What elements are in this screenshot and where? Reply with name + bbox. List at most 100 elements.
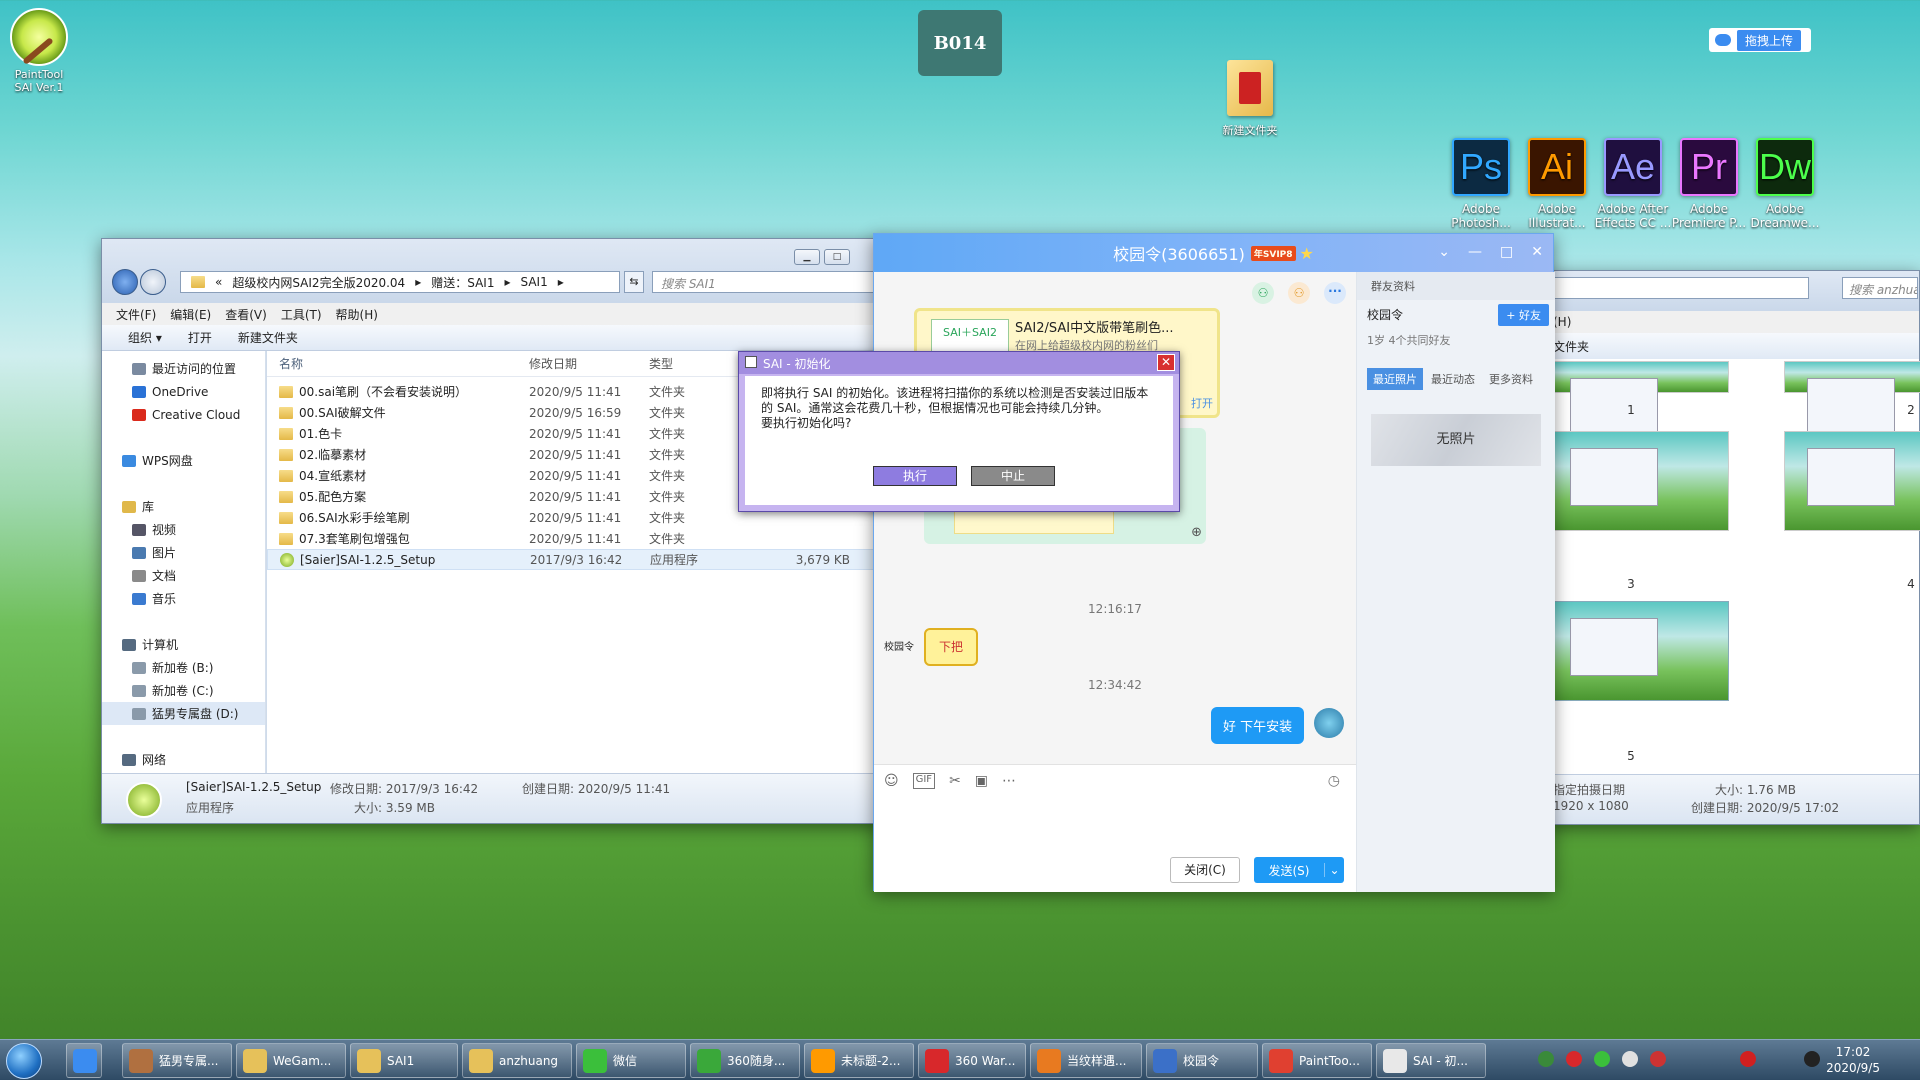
breadcrumb-3[interactable]: SAI1	[521, 275, 548, 289]
dropdown-icon[interactable]: ⌄	[1438, 244, 1450, 260]
tray-icon[interactable]	[1566, 1051, 1582, 1067]
painttool-sai-desktop-icon[interactable]: PaintTool SAI Ver.1	[0, 8, 78, 94]
close-button[interactable]: ✕	[1157, 354, 1175, 371]
chevron-down-icon[interactable]: ⌄	[1324, 863, 1344, 877]
nav-item[interactable]: 新加卷 (B:)	[102, 656, 265, 679]
nav-item[interactable]: 新加卷 (C:)	[102, 679, 265, 702]
minimize-button[interactable]: ▁	[794, 249, 820, 265]
start-button[interactable]	[6, 1043, 42, 1079]
explorer-search-input[interactable]: 搜索 SAI1	[652, 271, 880, 293]
zoom-icon[interactable]: ⊕	[1191, 525, 1202, 540]
taskbar-item[interactable]: 当纹样遇...	[1030, 1043, 1142, 1078]
taskbar-item[interactable]: WeGam...	[236, 1043, 346, 1078]
breadcrumb-1[interactable]: 超级校内网SAI2完全版2020.04	[232, 274, 405, 291]
new-folder-desktop-icon[interactable]: 新建文件夹	[1210, 60, 1290, 138]
back-button[interactable]	[112, 269, 138, 295]
taskbar-item[interactable]: 校园令	[1146, 1043, 1258, 1078]
nav-item[interactable]: WPS网盘	[102, 449, 265, 472]
send-button[interactable]: 发送(S) ⌄	[1254, 857, 1344, 883]
rexp-address-bar[interactable]	[1549, 277, 1809, 299]
more-options-icon[interactable]: ⋯	[1002, 773, 1016, 789]
message-input-area[interactable]: ☺ GIF ✂ ▣ ⋯ ◷ 关闭(C) 发送(S) ⌄	[874, 764, 1356, 892]
tray-icon[interactable]	[1538, 1051, 1554, 1067]
nav-item[interactable]: 最近访问的位置	[102, 357, 265, 380]
close-chat-button[interactable]: 关闭(C)	[1170, 857, 1240, 883]
menu-tools[interactable]: 工具(T)	[281, 306, 322, 323]
rexp-menu-help[interactable]: (H)	[1553, 315, 1571, 329]
adobe-ai-shortcut[interactable]: Ai Adobe Illustrat...	[1526, 138, 1588, 230]
b014-badge[interactable]: B014	[918, 10, 1002, 76]
forward-button[interactable]	[140, 269, 166, 295]
taskbar-item[interactable]: PaintToo...	[1262, 1043, 1372, 1078]
image-icon[interactable]: ▣	[975, 773, 988, 789]
menu-file[interactable]: 文件(F)	[116, 306, 156, 323]
taskbar-item[interactable]: 未标题-2...	[804, 1043, 914, 1078]
emoji-icon[interactable]: ☺	[884, 773, 899, 789]
close-button[interactable]: ✕	[1531, 244, 1543, 260]
organize-button[interactable]: 组织 ▾	[128, 329, 162, 346]
cloud-upload-button[interactable]: 拖拽上传	[1709, 28, 1811, 52]
rexp-new-folder[interactable]: 文件夹	[1553, 340, 1589, 354]
taskbar-item[interactable]: SAI1	[350, 1043, 458, 1078]
more-icon[interactable]: ···	[1324, 282, 1346, 304]
maximize-button[interactable]: □	[824, 249, 850, 265]
group-icon[interactable]: ⚇	[1288, 282, 1310, 304]
file-row[interactable]: [Saier]SAI-1.2.5_Setup 2017/9/3 16:42 应用程序…	[267, 549, 881, 570]
tab-recent-activity[interactable]: 最近动态	[1425, 368, 1481, 390]
rexp-search-input[interactable]: 搜索 anzhua	[1842, 277, 1918, 299]
gif-icon[interactable]: GIF	[912, 773, 936, 789]
thumbnail-5[interactable]	[1547, 601, 1729, 701]
abort-button[interactable]: 中止	[971, 466, 1055, 486]
tray-icon[interactable]	[1650, 1051, 1666, 1067]
tray-icon[interactable]	[1740, 1051, 1756, 1067]
breadcrumb-sep[interactable]: ▸	[504, 275, 510, 289]
clock[interactable]: 17:02 2020/9/5	[1826, 1044, 1880, 1076]
tab-more-info[interactable]: 更多资料	[1483, 368, 1539, 390]
nav-item[interactable]: 猛男专属盘 (D:)	[102, 702, 265, 725]
thumbnail-3[interactable]	[1547, 431, 1729, 531]
adobe-pr-shortcut[interactable]: Pr Adobe Premiere P...	[1672, 138, 1746, 230]
tray-icon[interactable]	[1622, 1051, 1638, 1067]
taskbar-item[interactable]: 猛男专属...	[122, 1043, 232, 1078]
taskbar-item[interactable]: anzhuang	[462, 1043, 572, 1078]
qq-icon[interactable]	[1804, 1051, 1820, 1067]
breadcrumb-sep[interactable]: ▸	[558, 275, 564, 289]
card-open-link[interactable]: 打开	[1191, 395, 1213, 411]
refresh-button[interactable]: ⇆	[624, 271, 644, 293]
column-date[interactable]: 修改日期	[529, 355, 649, 372]
column-name[interactable]: 名称	[267, 355, 529, 372]
thumbnail-4[interactable]	[1784, 431, 1920, 531]
taskbar-item[interactable]	[66, 1043, 102, 1078]
file-row[interactable]: 07.3套笔刷包增强包 2020/9/5 11:41 文件夹	[267, 528, 881, 549]
menu-help[interactable]: 帮助(H)	[336, 306, 378, 323]
taskbar-item[interactable]: SAI - 初...	[1376, 1043, 1486, 1078]
nav-item[interactable]: 视频	[102, 518, 265, 541]
tray-icon[interactable]	[1594, 1051, 1610, 1067]
breadcrumb-0[interactable]: «	[215, 275, 222, 289]
adobe-dw-shortcut[interactable]: Dw Adobe Dreamwe...	[1751, 138, 1820, 230]
menu-edit[interactable]: 编辑(E)	[170, 306, 211, 323]
nav-item[interactable]: 网络	[102, 748, 265, 771]
taskbar-item[interactable]: 360 War...	[918, 1043, 1026, 1078]
execute-button[interactable]: 执行	[873, 466, 957, 486]
open-button[interactable]: 打开	[188, 329, 212, 346]
add-friend-button[interactable]: + 好友	[1498, 304, 1549, 326]
thumbnail-1[interactable]	[1547, 361, 1729, 436]
address-bar[interactable]: « 超级校内网SAI2完全版2020.04 ▸ 赠送：SAI1 ▸ SAI1 ▸	[180, 271, 620, 293]
new-folder-button[interactable]: 新建文件夹	[238, 329, 298, 346]
scissors-icon[interactable]: ✂	[949, 773, 961, 789]
menu-view[interactable]: 查看(V)	[225, 306, 267, 323]
thumbnail-2[interactable]	[1784, 361, 1920, 436]
breadcrumb-sep[interactable]: ▸	[415, 275, 421, 289]
breadcrumb-2[interactable]: 赠送：SAI1	[431, 274, 494, 291]
history-icon[interactable]: ◷	[1328, 773, 1340, 789]
taskbar-item[interactable]: 360随身...	[690, 1043, 800, 1078]
nav-item[interactable]: 图片	[102, 541, 265, 564]
nav-item[interactable]: 音乐	[102, 587, 265, 610]
nav-item[interactable]: 计算机	[102, 633, 265, 656]
minimize-button[interactable]: —	[1468, 244, 1482, 260]
nav-item[interactable]: 库	[102, 495, 265, 518]
nav-item[interactable]: Creative Cloud	[102, 403, 265, 426]
adobe-ae-shortcut[interactable]: Ae Adobe After Effects CC ...	[1595, 138, 1671, 230]
taskbar-item[interactable]: 微信	[576, 1043, 686, 1078]
